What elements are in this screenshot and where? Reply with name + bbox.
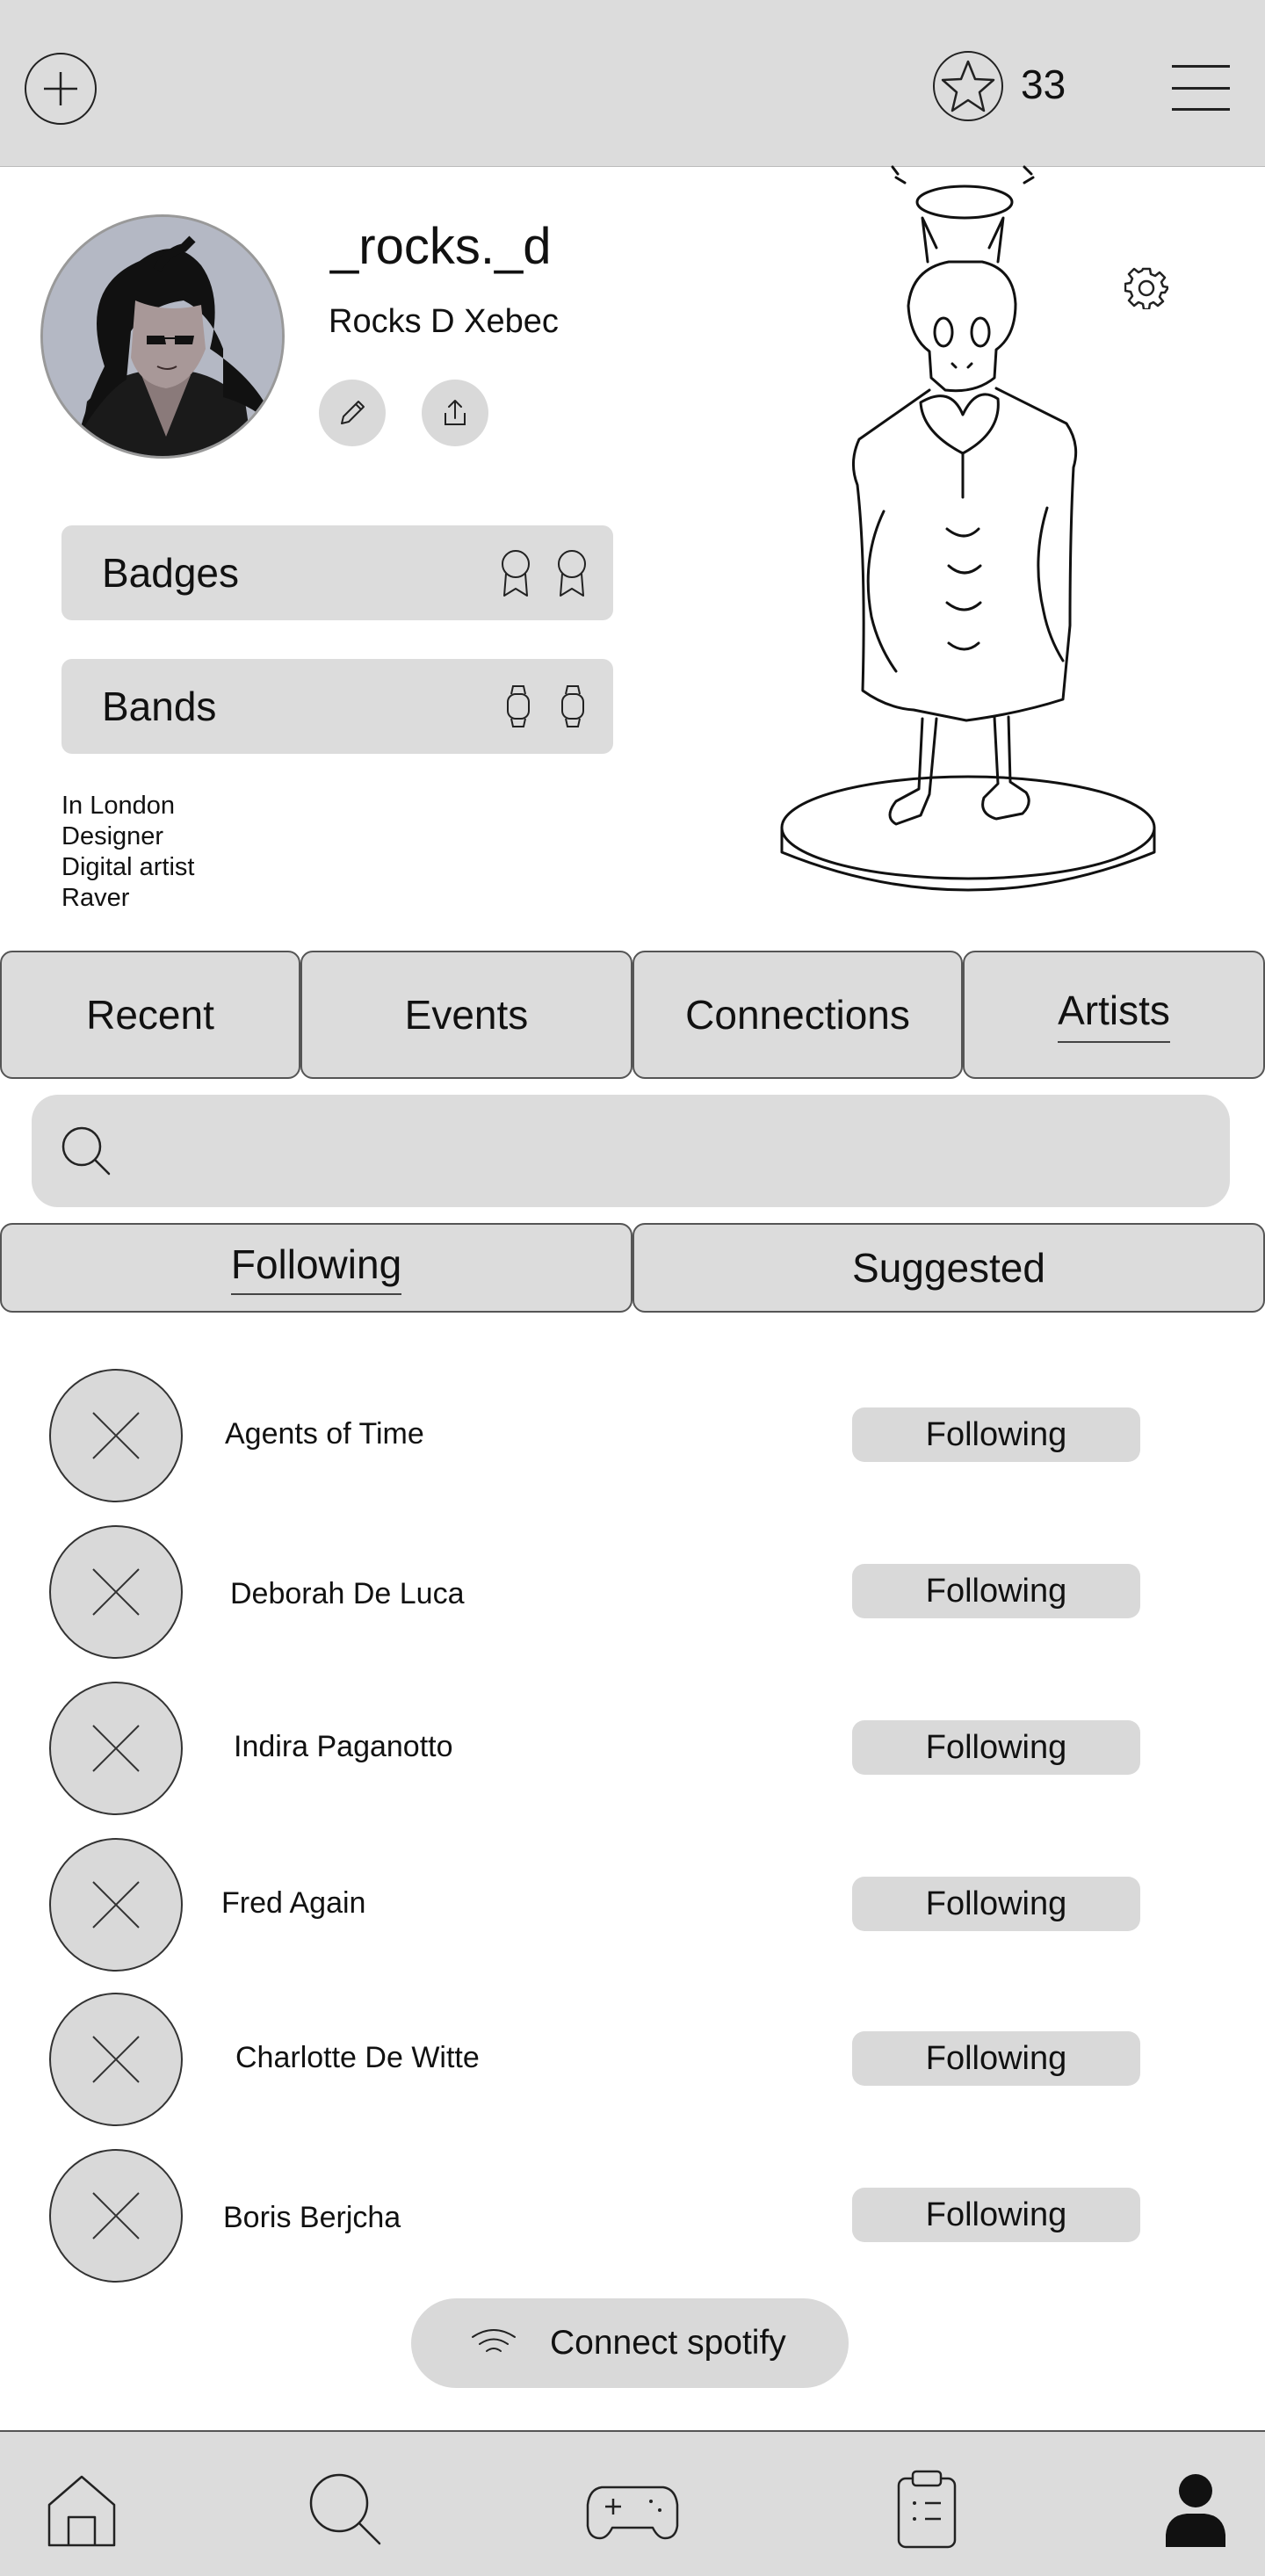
bands-label: Bands — [102, 684, 217, 729]
badge-icon — [558, 550, 586, 597]
tab-connections[interactable]: Connections — [632, 951, 963, 1079]
artist-name[interactable]: Agents of Time — [225, 1415, 424, 1453]
following-button[interactable]: Following — [852, 1407, 1140, 1462]
subtab-label: Following — [230, 1241, 402, 1295]
tab-label: Artists — [1058, 987, 1170, 1043]
nav-search[interactable] — [297, 2465, 394, 2553]
bottom-nav — [0, 2430, 1265, 2576]
star-icon[interactable] — [933, 51, 1003, 121]
artist-name[interactable]: Boris Berjcha — [223, 2198, 401, 2237]
wifi-signal-icon — [472, 2329, 516, 2352]
subtab-following[interactable]: Following — [0, 1223, 632, 1313]
bio-line: In London — [61, 792, 176, 820]
artist-name[interactable]: Charlotte De Witte — [235, 2038, 480, 2077]
tab-label: Recent — [86, 992, 214, 1038]
nav-clipboard[interactable] — [878, 2465, 975, 2553]
artist-avatar-placeholder[interactable] — [49, 1525, 183, 1659]
subtab-label: Suggested — [852, 1245, 1045, 1291]
artist-avatar-placeholder[interactable] — [49, 1369, 183, 1502]
subtab-suggested[interactable]: Suggested — [632, 1223, 1265, 1313]
gamepad-icon — [586, 2486, 679, 2540]
username: _rocks._d — [330, 218, 552, 275]
search-input[interactable] — [137, 1121, 1191, 1181]
avatar-character-figure[interactable] — [764, 163, 1177, 901]
hamburger-menu-icon[interactable] — [1172, 65, 1230, 111]
artist-avatar-placeholder[interactable] — [49, 1838, 183, 1972]
following-button[interactable]: Following — [852, 1877, 1140, 1931]
list-item: Charlotte De Witte Following — [0, 1993, 1265, 2133]
nav-games[interactable] — [580, 2465, 685, 2553]
following-button[interactable]: Following — [852, 1564, 1140, 1618]
badge-icon — [502, 550, 530, 597]
artist-avatar-placeholder[interactable] — [49, 1993, 183, 2126]
tab-label: Connections — [685, 992, 910, 1038]
following-button[interactable]: Following — [852, 2031, 1140, 2086]
pencil-icon — [341, 401, 365, 424]
profile-avatar[interactable] — [40, 214, 285, 459]
tab-label: Events — [404, 992, 529, 1038]
nav-home[interactable] — [33, 2465, 130, 2553]
artist-avatar-placeholder[interactable] — [49, 1682, 183, 1815]
artist-avatar-placeholder[interactable] — [49, 2149, 183, 2283]
clipboard-icon — [897, 2470, 957, 2549]
following-button[interactable]: Following — [852, 1720, 1140, 1775]
edit-profile-button[interactable] — [319, 380, 386, 446]
search-icon — [61, 1126, 111, 1176]
connect-spotify-label: Connect spotify — [550, 2324, 786, 2362]
bands-row[interactable]: Bands — [61, 659, 613, 754]
gear-icon[interactable] — [1124, 265, 1170, 311]
list-item: Agents of Time Following — [0, 1369, 1265, 1509]
home-icon — [47, 2475, 116, 2547]
share-icon — [445, 400, 466, 425]
list-item: Boris Berjcha Following — [0, 2149, 1265, 2290]
list-item: Deborah De Luca Following — [0, 1525, 1265, 1666]
badges-row[interactable]: Badges — [61, 525, 613, 620]
wristband-icon — [561, 685, 584, 727]
following-button[interactable]: Following — [852, 2188, 1140, 2242]
share-profile-button[interactable] — [422, 380, 488, 446]
nav-profile[interactable] — [1147, 2465, 1244, 2553]
tab-recent[interactable]: Recent — [0, 951, 300, 1079]
circle-plus-icon[interactable] — [25, 53, 97, 125]
artist-name[interactable]: Indira Paganotto — [234, 1727, 453, 1766]
list-item: Fred Again Following — [0, 1838, 1265, 1979]
artist-name[interactable]: Deborah De Luca — [230, 1574, 465, 1613]
star-count: 33 — [1021, 62, 1066, 107]
artist-name[interactable]: Fred Again — [221, 1884, 365, 1922]
bio-line: Digital artist — [61, 853, 195, 881]
profile-bio: In London Designer Digital artist Raver — [61, 791, 195, 914]
search-icon — [309, 2473, 381, 2545]
badges-label: Badges — [102, 550, 240, 596]
tab-events[interactable]: Events — [300, 951, 632, 1079]
top-bar: 33 — [0, 0, 1265, 167]
wristband-icon — [507, 685, 530, 727]
full-name: Rocks D Xebec — [329, 303, 559, 340]
list-item: Indira Paganotto Following — [0, 1682, 1265, 1822]
user-icon — [1166, 2474, 1225, 2547]
bio-line: Raver — [61, 884, 130, 912]
search-bar[interactable] — [32, 1095, 1230, 1207]
tab-artists[interactable]: Artists — [963, 951, 1265, 1079]
bio-line: Designer — [61, 822, 164, 850]
connect-spotify-button[interactable]: Connect spotify — [411, 2298, 849, 2388]
